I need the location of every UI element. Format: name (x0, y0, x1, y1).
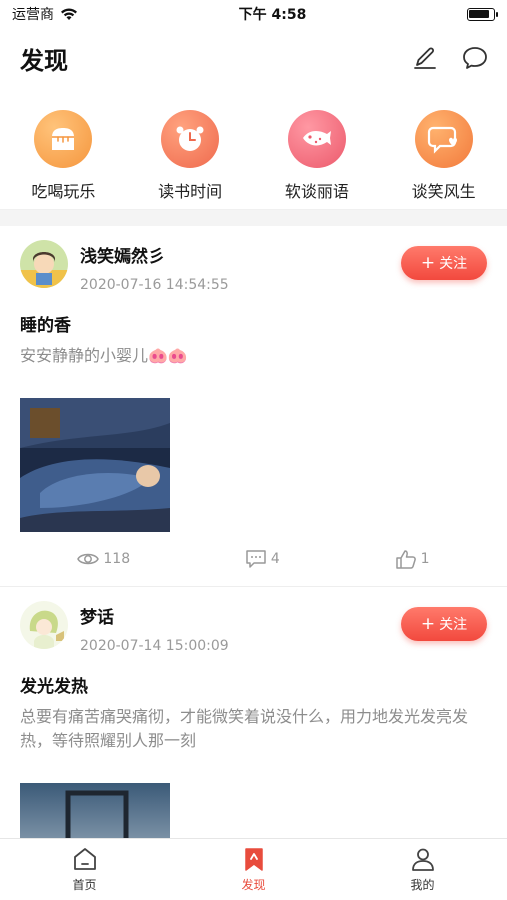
follow-button[interactable]: + 关注 (401, 246, 487, 280)
post-timestamp: 2020-07-14 15:00:09 (80, 638, 229, 654)
category-label: 谈笑风生 (411, 182, 476, 201)
follow-label: 关注 (439, 617, 468, 633)
comment-count-value: 4 (270, 551, 280, 567)
comment-count[interactable]: 4 (245, 549, 280, 569)
bread-icon (34, 110, 93, 168)
tab-home[interactable]: 首页 (35, 846, 135, 893)
plus-icon: + (420, 252, 436, 273)
wifi-icon (61, 8, 77, 20)
eye-icon (77, 553, 100, 565)
tab-bar: 首页 发现 我的 (0, 838, 507, 900)
post-header: 浅笑嫣然彡 2020-07-16 14:54:55 + 关注 (20, 240, 487, 293)
battery-fill (469, 10, 490, 18)
post-header: 梦话 2020-07-14 15:00:09 + 关注 (20, 601, 487, 654)
battery-icon (466, 7, 498, 21)
status-time: 下午 4:58 (238, 7, 307, 23)
fish-bowl-icon (287, 110, 346, 168)
home-icon (73, 848, 96, 870)
nav-actions (411, 44, 489, 72)
author-info: 浅笑嫣然彡 2020-07-16 14:54:55 (80, 240, 229, 293)
category-item-banter[interactable]: 谈笑风生 (389, 110, 499, 202)
tab-label: 发现 (241, 878, 266, 892)
user-icon (411, 848, 434, 871)
avatar[interactable] (20, 240, 68, 288)
category-item-reading[interactable]: 读书时间 (135, 110, 245, 202)
category-item-chat[interactable]: 软谈丽语 (262, 110, 372, 202)
post-title: 睡的香 (20, 316, 71, 336)
post-author[interactable]: 梦话 2020-07-14 15:00:09 (20, 601, 229, 654)
author-name: 浅笑嫣然彡 (80, 247, 165, 267)
post-author[interactable]: 浅笑嫣然彡 2020-07-16 14:54:55 (20, 240, 229, 293)
alarm-clock-icon (161, 110, 220, 168)
section-divider (0, 210, 507, 226)
post-body: 总要有痛苦痛哭痛彻，才能微笑着说没什么，用力地发光发亮发热，等待照耀别人那一刻 (20, 707, 469, 750)
post-feed: 浅笑嫣然彡 2020-07-16 14:54:55 + 关注 睡的香 安安静静的… (0, 226, 507, 838)
post-image[interactable] (20, 398, 170, 532)
edit-icon[interactable] (411, 44, 439, 72)
thumbs-up-icon (395, 550, 416, 569)
comment-icon (246, 550, 266, 568)
post-card[interactable]: 浅笑嫣然彡 2020-07-16 14:54:55 + 关注 睡的香 安安静静的… (0, 226, 507, 587)
category-label: 读书时间 (158, 182, 223, 201)
status-bar: 运营商 下午 4:58 (0, 0, 507, 28)
author-info: 梦话 2020-07-14 15:00:09 (80, 601, 229, 654)
category-shortcuts: 吃喝玩乐 读书时间 软谈丽语 谈笑风生 (0, 88, 507, 210)
tab-label: 首页 (72, 878, 97, 892)
like-count[interactable]: 1 (395, 549, 430, 569)
follow-label: 关注 (439, 256, 468, 272)
post-timestamp: 2020-07-16 14:54:55 (80, 277, 229, 293)
post-title: 发光发热 (20, 677, 88, 697)
view-count: 118 (77, 549, 130, 569)
like-count-value: 1 (420, 551, 430, 567)
status-left: 运营商 (12, 4, 78, 24)
nav-bar: 发现 (0, 28, 507, 88)
category-label: 吃喝玩乐 (31, 182, 96, 201)
plus-icon: + (420, 613, 436, 634)
chat-heart-icon (414, 110, 473, 168)
avatar[interactable] (20, 601, 68, 649)
view-count-value: 118 (103, 551, 131, 567)
message-icon[interactable] (461, 44, 489, 72)
bookmark-icon (244, 848, 263, 871)
carrier-label: 运营商 (12, 7, 54, 23)
follow-button[interactable]: + 关注 (401, 607, 487, 641)
post-card[interactable]: 梦话 2020-07-14 15:00:09 + 关注 发光发热 总要有痛苦痛哭… (0, 587, 507, 838)
post-image[interactable] (20, 783, 170, 838)
tab-profile[interactable]: 我的 (373, 846, 473, 893)
page-title: 发现 (20, 46, 68, 75)
category-label: 软谈丽语 (284, 182, 349, 201)
author-name: 梦话 (80, 608, 114, 628)
tab-discover[interactable]: 发现 (204, 846, 304, 893)
post-stats: 118 4 1 (20, 532, 487, 586)
category-item-food[interactable]: 吃喝玩乐 (8, 110, 118, 202)
tab-label: 我的 (410, 878, 435, 892)
post-body: 安安静静的小婴儿🐽🐽 (20, 346, 188, 365)
